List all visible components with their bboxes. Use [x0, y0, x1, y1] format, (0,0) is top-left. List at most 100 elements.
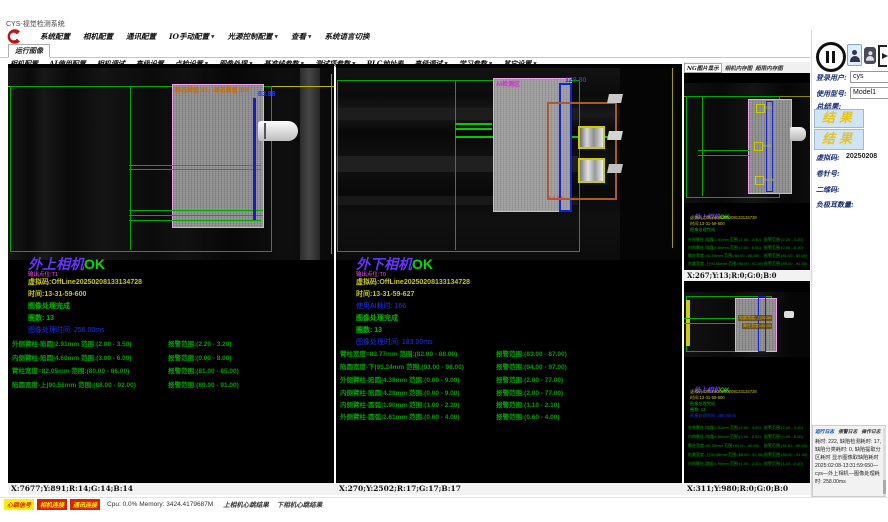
process-done-line: 图像处理完成 — [28, 301, 70, 311]
alarm-range: 报警范围:(89.00 - 91.00) — [168, 379, 239, 389]
measure-row: 内侧臂柱-陷圆|4.60mm 范围:(3.00 - 6.00) — [12, 352, 132, 362]
person-icon — [850, 50, 860, 62]
menu-item-system-config[interactable]: 系统配置 — [40, 31, 70, 42]
tab-alarm-log[interactable]: 报警日志 — [838, 428, 857, 435]
virtual-code-label: 虚拟码: — [816, 153, 840, 163]
pause-button[interactable] — [816, 42, 846, 72]
menu-item-view[interactable]: 查看▼ — [291, 31, 311, 42]
operator-button[interactable] — [864, 47, 876, 64]
model-label: 使用型号: — [816, 89, 847, 99]
left-view-coords: X:7677;Y:891;R:14;G:14;B:14 — [8, 483, 337, 495]
reel-needle-label: 卷针号: — [816, 169, 840, 179]
menu-item-camera-config[interactable]: 相机配置 — [83, 31, 113, 42]
measure-row: 陷圆宽度-上|90.56mm 范围:(88.00 - 92.00) — [12, 379, 136, 389]
tab-camera-memory[interactable]: 相机内存图 — [725, 64, 753, 72]
menu-item-io-manual-config[interactable]: IO手动配置▼ — [169, 31, 215, 42]
alarm-range: 报警范围:(2.00 - 77.00) — [496, 387, 563, 397]
loop-count-line: 圈数: 13 — [356, 325, 382, 335]
ng-view-1[interactable]: 2.91 4.60 90.56 外上相机OK 虚拟码:OffLine202502… — [684, 73, 810, 270]
blue-measure-label: 128.80 — [565, 77, 586, 84]
measure-row: 外侧臂柱-圆弧|2.61mm 范围:(0.60 - 4.00) — [340, 411, 460, 421]
alarm-range: 报警范围:(83.00 - 87.00) — [496, 348, 567, 358]
process-time-line: 图像处理时间: 183.00ms — [356, 337, 433, 347]
alarm-range: 报警范围:(2.20 - 3.20) — [168, 338, 232, 348]
virtual-code-line: 虚拟码:OffLine20250208133134728 — [28, 277, 142, 287]
menu-item-light-control-config[interactable]: 光源控制配置▼ — [228, 31, 278, 42]
feature-marker — [756, 104, 765, 113]
process-time-line: 图像处理时间: 256.00ms — [28, 325, 105, 335]
tab-run-image[interactable]: 运行图像 — [8, 44, 50, 58]
tab-run-log[interactable]: 运行日志 — [815, 428, 834, 435]
tab-overlimit-memory[interactable]: 超限内存图 — [755, 64, 783, 72]
menu-item-comm-config[interactable]: 通讯配置 — [126, 31, 156, 42]
measure-row: 外侧臂柱-陷圆|4.38mm 范围:(0.00 - 9.00) — [340, 374, 460, 384]
measure-row: 内侧臂柱-圆弧|1.90mm 范围:(1.00 - 2.20) — [340, 399, 460, 409]
time-line: 时间:13-31-59-627 — [356, 289, 414, 299]
alarm-range: 报警范围:(81.00 - 85.00) — [168, 365, 239, 375]
ng-tab-bar: NG图片显示 相机内存图 超限内存图 — [684, 62, 810, 73]
threshold-label: 静态阈值:93，动态阈值:100 — [175, 85, 250, 94]
scrollbar-thumb[interactable] — [883, 480, 886, 494]
log-tab-bar: 运行日志 报警日志 操作日志 — [815, 428, 881, 435]
measure-row: 臂柱宽度=82.05mm 范围:(80.00 - 86.00) — [12, 365, 129, 375]
comm-status-badge: 通讯连接 — [70, 499, 100, 510]
result-box-2: 结果 — [814, 129, 864, 150]
tab-operation-log[interactable]: 操作日志 — [861, 428, 880, 435]
cpu-memory-status: Cpu: 0.0% Memory: 3424.4179687M — [107, 501, 213, 508]
yellow-feature-box — [578, 126, 605, 149]
connector-part — [258, 121, 298, 141]
main-window: CYS-视觉检测系统 系统配置 相机配置 通讯配置 IO手动配置▼ 光源控制配置… — [0, 0, 888, 522]
chevron-down-icon: ▼ — [211, 35, 214, 40]
login-user-field[interactable]: cys — [850, 71, 888, 83]
menu-item-language-switch[interactable]: 系统语言切换 — [324, 31, 369, 42]
heartbeat-status-badge: 心跳信号 — [4, 499, 34, 510]
pause-icon — [826, 51, 829, 63]
ok-badge: OK — [412, 256, 433, 272]
blue-measure-label: 83.88 — [258, 91, 276, 98]
yellow-feature-box — [578, 158, 605, 183]
person-icon — [866, 51, 874, 61]
feature-marker — [755, 176, 764, 185]
status-bar: 心跳信号 相机连接 通讯连接 Cpu: 0.0% Memory: 3424.41… — [0, 497, 888, 510]
time-line: 时间:13-31-59-600 — [28, 289, 86, 299]
qr-code-label: 二维码: — [816, 185, 840, 195]
measure-row: 内侧臂柱-陷圆|4.28mm 范围:(0.00 - 9.00) — [340, 387, 460, 397]
measure-row: 臂柱宽度=83.77mm 范围:(82.00 - 88.00) — [340, 348, 457, 358]
negative-tab-count-label: 负极耳数量: — [816, 200, 854, 210]
alarm-range: 报警范围:(0.00 - 8.00) — [168, 352, 232, 362]
log-scrollbar[interactable] — [883, 428, 886, 496]
model-field[interactable]: Model1 — [850, 87, 888, 99]
menu-bar: 系统配置 相机配置 通讯配置 IO手动配置▼ 光源控制配置▼ 查看▼ 系统语言切… — [40, 31, 369, 42]
log-text: 耗时: 222, 缺陷检测耗时: 17, 缺陷分类耗时: 0, 缺陷提取分区耗时… — [815, 438, 881, 494]
login-user-button[interactable] — [847, 44, 862, 66]
feature-marker — [754, 142, 763, 151]
measure-row: 外侧臂柱-陷圆|2.91mm 范围:(2.00 - 3.50) — [12, 338, 132, 348]
log-panel: 运行日志 报警日志 操作日志 耗时: 222, 缺陷检测耗时: 17, 缺陷分类… — [812, 425, 886, 497]
threshold-region — [172, 84, 264, 228]
tab-ng-image[interactable]: NG图片显示 — [684, 63, 722, 73]
alarm-range: 报警范围:(94.00 - 97.00) — [496, 361, 567, 371]
alarm-range: 报警范围:(0.60 - 4.00) — [496, 411, 560, 421]
camera-status-badge: 相机连接 — [37, 499, 67, 510]
upper-camera-heartbeat: 上相机心跳结果 — [223, 499, 269, 509]
alarm-range: 报警范围:(2.00 - 77.00) — [496, 374, 563, 384]
center-view-coords: X:270;Y:2502;R:17;G:17;B:17 — [336, 483, 685, 495]
measure-row: 陷圆宽度-下|95.24mm 范围:(93.00 - 98.00) — [340, 361, 464, 371]
ok-badge: OK — [84, 256, 105, 272]
ai-region-label: AI检测区 — [496, 79, 520, 88]
blue-measure-line — [253, 98, 256, 220]
alarm-range: 报警范围:(1.10 - 2.10) — [496, 399, 560, 409]
result-box-1: 结果 — [814, 109, 864, 128]
virtual-code-value: 20250208 — [846, 153, 877, 160]
loop-count-line: 圈数: 13 — [28, 313, 54, 323]
center-camera-view[interactable]: AI检测区 128.80 4.4 2.6 外下相机OK 输出点位:T0 虚拟码:… — [336, 64, 682, 483]
ng-view-2[interactable]: 陷圆宽度-上|90.56 臂柱宽度=82.05 外上相机OK 虚拟码:OffLi… — [684, 281, 810, 483]
chevron-down-icon: ▼ — [308, 35, 311, 40]
process-done-line: 图像处理完成 — [356, 313, 398, 323]
chevron-down-icon: ▼ — [275, 35, 278, 40]
virtual-code-line: 虚拟码:OffLine20250208133134728 — [356, 277, 470, 287]
lower-camera-heartbeat: 下相机心跳结果 — [277, 499, 323, 509]
left-camera-view[interactable]: 静态阈值:93，动态阈值:100 83.88 外上相机OK 输出点位:T1 虚拟… — [8, 64, 334, 483]
tab-strip — [0, 43, 810, 58]
exit-button[interactable] — [878, 45, 888, 65]
